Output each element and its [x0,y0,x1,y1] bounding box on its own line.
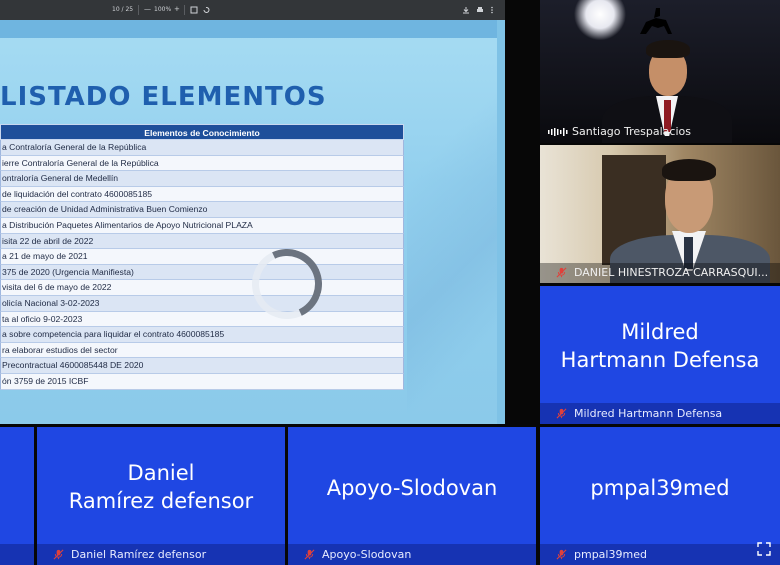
mic-off-icon [53,549,64,560]
fit-page-icon[interactable] [190,6,198,14]
table-row: olicía Nacional 3-02-2023 [0,295,404,312]
mic-off-icon [556,549,567,560]
participant-label-daniel-hinestroza: DANIEL HINESTROZA CARRASQUI... [540,263,780,283]
meeting-stage: 10 / 25 — 100% + LISTADO ELEMENTOS Eleme… [0,0,780,565]
participant-tile-partial[interactable] [0,427,34,565]
name-line-1: Daniel [127,461,195,485]
table-row: a 21 de mayo de 2021 [0,249,404,265]
rider-silhouette-icon [640,8,672,34]
table-header: Elementos de Conocimiento [0,124,404,140]
table-row: ra elaborar estudios del sector [0,342,404,359]
download-icon[interactable] [462,6,470,14]
participant-tile-apoyo[interactable]: Apoyo-Slodovan Apoyo-Slodovan [288,427,536,565]
elements-table: Elementos de Conocimiento a Contraloría … [0,124,404,390]
table-row: 375 de 2020 (Urgencia Manifiesta) [0,264,404,281]
toolbar-divider [138,5,139,15]
participant-label-apoyo: Apoyo-Slodovan [288,544,536,565]
person-hair [646,40,690,58]
participant-label-pmpal39med: pmpal39med [540,544,780,565]
participant-name: Mildred Hartmann Defensa [574,407,723,420]
participant-name: Daniel Ramírez defensor [71,548,207,561]
zoom-level[interactable]: 100% [154,6,171,13]
participant-label-mildred: Mildred Hartmann Defensa [540,403,780,424]
audio-level-icon [548,128,568,136]
table-row: ón 3759 de 2015 ICBF [0,373,404,390]
table-row: a sobre competencia para liquidar el con… [0,327,404,343]
participant-tile-santiago[interactable]: Santiago Trespalacios [540,0,780,143]
table-row: de creación de Unidad Administrativa Bue… [0,202,404,218]
table-row: a Distribución Paquetes Alimentarios de … [0,217,404,234]
table-row: visita del 6 de mayo de 2022 [0,280,404,296]
mic-off-icon [556,267,567,278]
name-line-2: Hartmann Defensa [560,348,760,372]
more-options-icon[interactable] [490,6,494,14]
table-row: a Contraloría General de la República [0,140,404,156]
participant-name: Apoyo-Slodovan [322,548,412,561]
fullscreen-icon[interactable] [757,542,771,556]
zoom-out-button[interactable]: — [144,5,151,13]
zoom-in-button[interactable]: + [174,5,180,13]
participant-tile-mildred[interactable]: Mildred Hartmann Defensa Mildred Hartman… [540,286,780,424]
participant-display-name: Daniel Ramírez defensor [37,459,285,515]
mic-off-icon [556,408,567,419]
table-row: ontraloría General de Medellín [0,171,404,187]
table-row: ta al oficio 9-02-2023 [0,311,404,328]
toolbar-divider [184,5,185,15]
table-row: ierre Contraloría General de la Repúblic… [0,155,404,172]
pdf-toolbar: 10 / 25 — 100% + [0,0,505,20]
rotate-icon[interactable] [202,6,210,14]
table-row: isita 22 de abril de 2022 [0,233,404,250]
participant-name: pmpal39med [574,548,647,561]
participant-tile-daniel-hinestroza[interactable]: DANIEL HINESTROZA CARRASQUI... [540,145,780,283]
participant-label-daniel-ramirez: Daniel Ramírez defensor [37,544,285,565]
print-icon[interactable] [476,6,484,14]
table-row: de liquidación del contrato 4600085185 [0,186,404,203]
page-indicator[interactable]: 10 / 25 [112,6,133,13]
mic-off-icon [304,549,315,560]
name-line-2: Ramírez defensor [68,489,254,513]
person-hair [662,159,716,181]
participant-display-name: pmpal39med [590,476,730,500]
name-line-1: Mildred [621,320,699,344]
participant-display-name: Apoyo-Slodovan [326,476,498,500]
shared-screen: 10 / 25 — 100% + LISTADO ELEMENTOS Eleme… [0,0,505,424]
participant-name: Santiago Trespalacios [572,125,691,138]
participant-tile-daniel-ramirez[interactable]: Daniel Ramírez defensor Daniel Ramírez d… [37,427,285,565]
slide-top-strip [0,20,497,38]
table-body: a Contraloría General de la República ier… [0,140,404,390]
participant-label-santiago: Santiago Trespalacios [540,122,780,142]
slide-title: LISTADO ELEMENTOS [0,82,327,112]
participant-name: DANIEL HINESTROZA CARRASQUI... [574,266,769,279]
participant-display-name: Mildred Hartmann Defensa [540,318,780,374]
table-row: Precontractual 4600085448 DE 2020 [0,358,404,374]
participant-label-partial [0,544,34,565]
presentation-slide: LISTADO ELEMENTOS Elementos de Conocimie… [0,20,497,424]
slide-decoration [407,38,497,424]
participant-tile-pmpal39med[interactable]: pmpal39med pmpal39med [540,427,780,565]
